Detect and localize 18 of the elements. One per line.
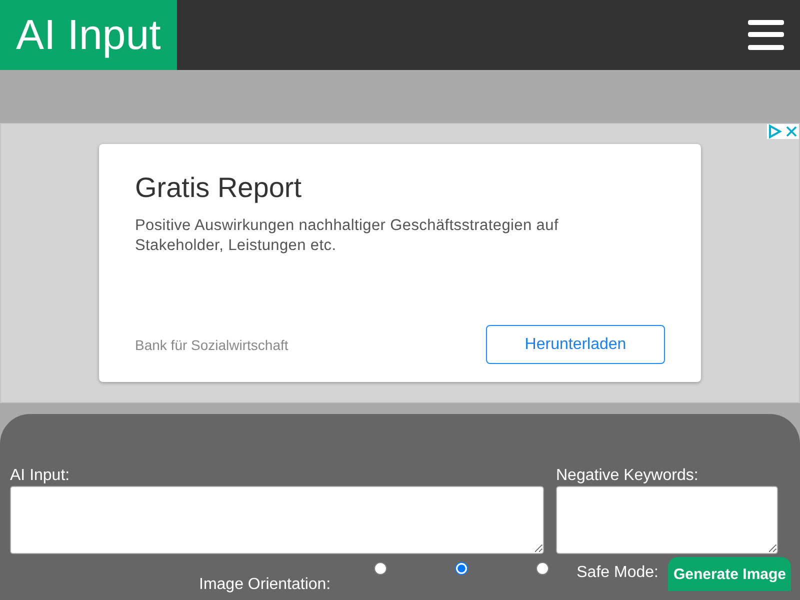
orientation-radio[interactable] [536,562,549,575]
advertiser-name: Bank für Sozialwirtschaft [135,336,288,352]
orientation-radio[interactable] [454,562,468,575]
orientation-radio[interactable] [374,562,387,575]
field-label: AI Input: [10,467,71,485]
play-icon[interactable] [767,124,782,139]
close-icon[interactable] [784,124,799,139]
site-logo[interactable]: AI Input [0,0,177,70]
generate-button[interactable]: Generate Image [668,557,792,591]
download-button[interactable]: Herunterladen [486,325,665,364]
prompt-field[interactable] [10,486,544,554]
field-label: Safe Mode: [576,564,658,582]
field-label: Image Orientation: [199,576,331,594]
menu-icon[interactable] [748,20,784,50]
negative-keywords-field[interactable] [556,486,778,554]
field-label: Negative Keywords: [556,467,700,485]
ad-text: Positive Auswirkungen nachhaltiger Geschäftsstrategien auf Stakeholder, Leistungen etc. [135,216,560,256]
ad-title: Gratis Report [135,172,302,204]
